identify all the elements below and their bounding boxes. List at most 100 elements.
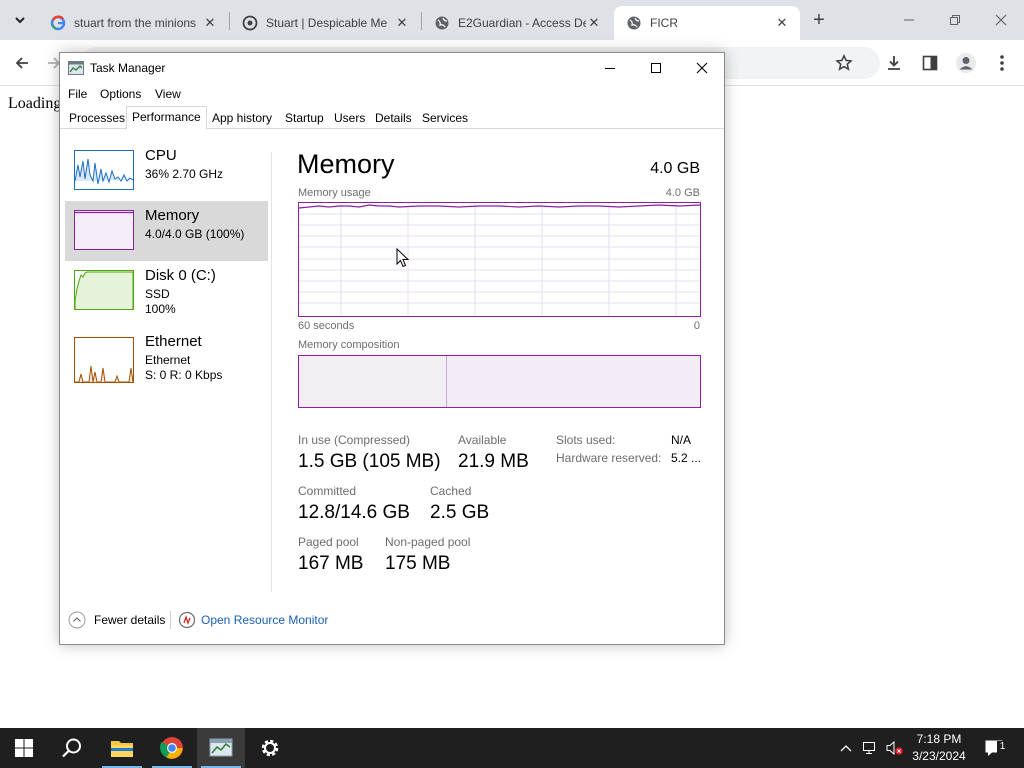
open-resource-monitor-link[interactable]: Open Resource Monitor (201, 613, 328, 627)
tab-processes[interactable]: Processes (65, 109, 129, 129)
task-manager-titlebar[interactable]: Task Manager (60, 53, 724, 83)
sidebar-item-detail: Ethernet (145, 353, 191, 367)
hardware-reserved-value: 5.2 ... (671, 451, 702, 465)
taskbar-file-explorer[interactable] (98, 728, 146, 768)
sidebar-item-label: Memory (145, 207, 200, 224)
minimize-icon (904, 19, 914, 21)
tab-details[interactable]: Details (371, 109, 416, 129)
chevron-up-icon (840, 745, 852, 752)
paged-pool-label: Paged pool (298, 535, 359, 549)
menu-options[interactable]: Options (100, 87, 141, 101)
globe-icon (626, 15, 642, 31)
gear-icon (261, 739, 279, 757)
star-icon (835, 54, 853, 71)
graph-axis-right: 0 (693, 320, 700, 332)
start-button[interactable] (0, 728, 48, 768)
close-tab-icon[interactable]: ✕ (586, 15, 602, 31)
chevron-up-icon[interactable] (68, 611, 86, 632)
new-tab-button[interactable]: + (808, 9, 830, 31)
close-button[interactable] (679, 53, 725, 83)
hardware-reserved-label: Hardware reserved: (556, 451, 662, 465)
memory-composition-label: Memory composition (298, 339, 400, 351)
memory-usage-graph (298, 202, 701, 317)
available-value: 21.9 MB (458, 451, 529, 472)
close-tab-icon[interactable]: ✕ (774, 15, 790, 31)
taskbar-chrome[interactable] (148, 728, 196, 768)
close-browser-button[interactable] (989, 8, 1013, 32)
sidebar-item-ethernet[interactable]: Ethernet Ethernet S: 0 R: 0 Kbps (65, 327, 268, 387)
search-icon (62, 738, 81, 758)
tab-startup[interactable]: Startup (281, 109, 328, 129)
taskbar-settings[interactable] (246, 728, 294, 768)
page-loading-text: Loading (8, 95, 62, 112)
volume-button[interactable] (884, 728, 906, 768)
minimize-button[interactable] (587, 53, 633, 83)
network-status-button[interactable] (860, 728, 880, 768)
committed-label: Committed (298, 484, 357, 498)
tab-title: stuart from the minions (74, 16, 197, 30)
arrow-left-icon (15, 57, 28, 69)
mouse-cursor-icon (396, 248, 409, 268)
back-button[interactable] (9, 50, 35, 76)
memory-total: 4.0 GB (650, 160, 700, 177)
browser-tab-3[interactable]: E2Guardian - Access Denied ✕ (422, 6, 612, 40)
paged-pool-value: 167 MB (298, 553, 364, 574)
tab-title: E2Guardian - Access Denied (458, 16, 586, 30)
bookmark-button[interactable] (831, 50, 857, 76)
browser-tab-4-active[interactable]: FICR ✕ (614, 6, 800, 40)
notification-center-button[interactable]: 1 (980, 728, 1010, 768)
taskbar-task-manager[interactable] (197, 728, 245, 768)
tab-search-button[interactable] (8, 8, 32, 32)
downloads-button[interactable] (881, 50, 907, 76)
tab-users[interactable]: Users (330, 109, 369, 129)
task-manager-window: Task Manager File Options View Processes… (59, 52, 725, 645)
restore-browser-button[interactable] (943, 8, 967, 32)
google-g-icon (50, 15, 66, 31)
search-button[interactable] (48, 728, 96, 768)
maximize-button[interactable] (633, 53, 679, 83)
browser-tab-1[interactable]: stuart from the minions ✕ (38, 6, 228, 40)
side-panel-button[interactable] (917, 50, 943, 76)
task-manager-footer: Fewer details Open Resource Monitor (60, 608, 724, 632)
close-tab-icon[interactable]: ✕ (394, 15, 410, 31)
browser-tab-2[interactable]: Stuart | Despicable Me ✕ (230, 6, 420, 40)
notification-count-badge: 1 (997, 741, 1008, 753)
tab-title: Stuart | Despicable Me (266, 16, 388, 30)
close-tab-icon[interactable]: ✕ (202, 15, 218, 31)
minimize-icon (605, 68, 615, 69)
browser-menu-button[interactable] (989, 50, 1015, 76)
sidebar-item-detail-2: 100% (145, 302, 176, 316)
download-icon (888, 56, 900, 70)
sidebar-item-detail: SSD (145, 287, 170, 301)
minimize-browser-button[interactable] (897, 8, 921, 32)
tab-bar: Processes Performance App history Startu… (60, 106, 724, 130)
sidebar-item-detail: 4.0/4.0 GB (100%) (145, 227, 245, 241)
slots-used-label: Slots used: (556, 433, 616, 447)
tab-performance[interactable]: Performance (126, 106, 207, 130)
profile-button[interactable] (953, 50, 979, 76)
fewer-details-button[interactable]: Fewer details (94, 613, 165, 627)
disk-thumbnail-graph (74, 270, 134, 310)
menu-view[interactable]: View (155, 87, 181, 101)
memory-usage-label: Memory usage (298, 187, 371, 199)
sidebar-item-cpu[interactable]: CPU 36% 2.70 GHz (65, 141, 268, 201)
folder-icon (111, 741, 133, 757)
tab-app-history[interactable]: App history (208, 109, 276, 129)
task-manager-icon (209, 738, 233, 757)
tab-services[interactable]: Services (418, 109, 472, 129)
non-paged-pool-label: Non-paged pool (385, 535, 471, 549)
show-hidden-icons-button[interactable] (836, 728, 856, 768)
sidebar-item-disk[interactable]: Disk 0 (C:) SSD 100% (65, 261, 268, 321)
slots-used-value: N/A (671, 433, 692, 447)
system-clock[interactable]: 7:18 PM 3/23/2024 (908, 731, 970, 765)
close-icon (696, 62, 708, 74)
sidebar-item-memory[interactable]: Memory 4.0/4.0 GB (100%) (65, 201, 268, 261)
windows-logo-icon (15, 739, 33, 757)
resource-monitor-icon (178, 611, 196, 632)
available-label: Available (458, 433, 507, 447)
composition-in-use-segment (299, 356, 447, 407)
sidebar-item-label: CPU (145, 147, 177, 164)
windows-taskbar: 7:18 PM 3/23/2024 1 (0, 728, 1024, 768)
side-panel-icon (922, 55, 938, 71)
menu-file[interactable]: File (68, 87, 87, 101)
